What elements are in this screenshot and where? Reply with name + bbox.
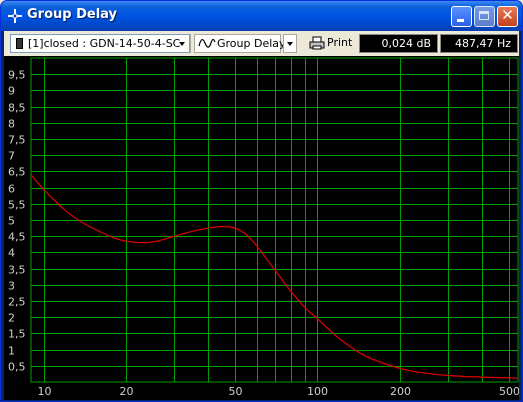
print-button[interactable]: Print (305, 34, 355, 53)
y-tick-label: 1,5 (8, 328, 26, 341)
device-icon (16, 38, 23, 49)
group-delay-window: Group Delay ✕ [1]closed : GDN-14-50-4-SC… (0, 0, 523, 402)
close-button[interactable]: ✕ (497, 6, 518, 27)
mode-dropdown-button[interactable] (283, 34, 297, 53)
x-tick-label: 100 (307, 385, 328, 398)
y-tick-label: 3 (8, 280, 15, 293)
y-tick-label: 8 (8, 118, 15, 131)
chevron-down-icon (179, 42, 185, 46)
plot-area[interactable]: 0,5 1 1,5 2 2,5 3 3,5 4 4,5 5 5,5 6 6,5 7 7,5 8 8,5 9 9,5 1… (4, 56, 520, 400)
x-tick-label: 50 (229, 385, 243, 398)
group-delay-chart[interactable]: 0,5 1 1,5 2 2,5 3 3,5 4 4,5 5 5,5 6 6,5 7 7,5 8 8,5 9 9,5 1… (4, 56, 520, 400)
y-tick-label: 8,5 (8, 102, 26, 115)
y-tick-label: 4 (8, 247, 15, 260)
x-tick-label: 20 (120, 385, 134, 398)
y-tick-label: 3,5 (8, 264, 26, 277)
window-title: Group Delay (27, 7, 118, 22)
y-tick-label: 1 (8, 345, 15, 358)
toolbar: [1]closed : GDN-14-50-4-SC Group Delay P… (4, 31, 519, 56)
x-tick-label: 500 (499, 385, 519, 398)
print-button-label: Print (327, 36, 353, 49)
mode-button-label: Group Delay (217, 37, 286, 50)
y-tick-label: 5,5 (8, 199, 26, 212)
toolbar-separator (190, 34, 191, 53)
y-tick-label: 7 (8, 150, 15, 163)
maximize-button[interactable] (474, 6, 495, 27)
y-tick-label: 2,5 (8, 296, 26, 309)
y-tick-label: 7,5 (8, 134, 26, 147)
source-select-value: [1]closed : GDN-14-50-4-SC (28, 37, 181, 50)
group-delay-curve (30, 174, 519, 379)
close-icon: ✕ (501, 6, 514, 24)
waveform-icon (198, 38, 216, 48)
y-tick-label: 2 (8, 312, 15, 325)
title-bar[interactable]: Group Delay ✕ (1, 1, 522, 31)
x-tick-label: 200 (390, 385, 411, 398)
printer-icon (309, 36, 325, 50)
source-select[interactable]: [1]closed : GDN-14-50-4-SC (10, 34, 190, 53)
frequency-readout: 487,47 Hz (440, 34, 518, 53)
y-tick-label: 5 (8, 215, 15, 228)
y-tick-label: 6 (8, 183, 15, 196)
level-readout: 0,024 dB (359, 34, 438, 53)
y-tick-label: 6,5 (8, 166, 26, 179)
y-tick-label: 9 (8, 85, 15, 98)
minimize-button[interactable] (451, 6, 472, 27)
y-tick-label: 9,5 (8, 69, 26, 82)
y-tick-label: 4,5 (8, 231, 26, 244)
crosshair-icon (8, 9, 22, 23)
y-tick-label: 0,5 (8, 361, 26, 374)
x-tick-label: 10 (38, 385, 52, 398)
mode-button[interactable]: Group Delay (194, 34, 286, 53)
